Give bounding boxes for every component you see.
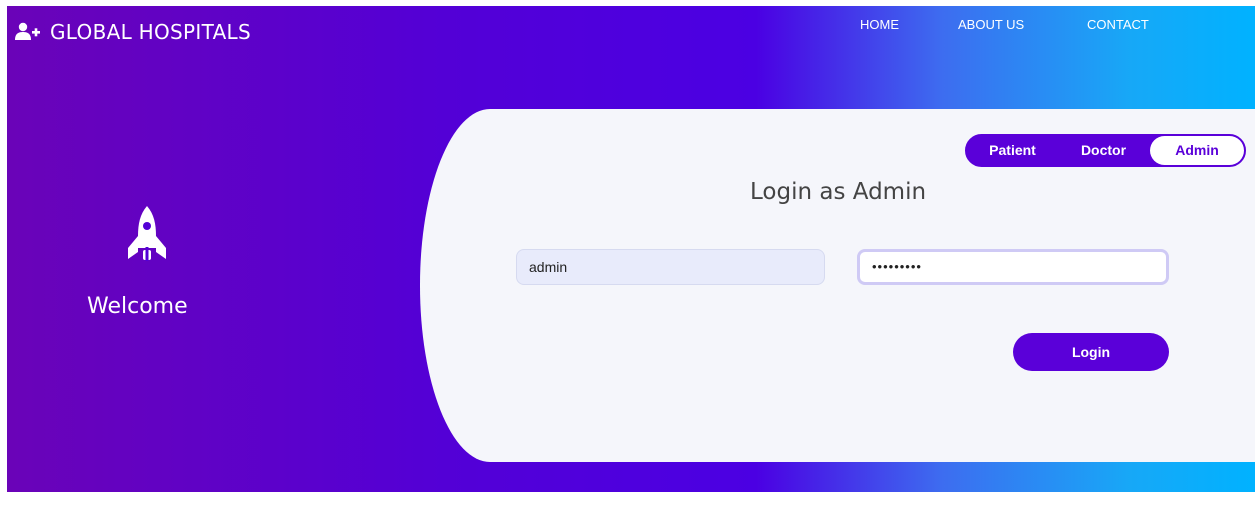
login-button[interactable]: Login (1013, 333, 1169, 371)
role-toggle: Patient Doctor Admin (965, 134, 1246, 167)
welcome-text: Welcome (87, 294, 188, 319)
brand-name: GLOBAL HOSPITALS (50, 20, 251, 44)
password-input[interactable]: ••••••••• (857, 249, 1169, 285)
username-input[interactable]: admin (516, 249, 825, 285)
login-title: Login as Admin (750, 179, 927, 205)
role-patient-tab[interactable]: Patient (967, 136, 1058, 165)
role-doctor-tab[interactable]: Doctor (1058, 136, 1149, 165)
user-plus-icon (15, 22, 40, 40)
nav-home[interactable]: HOME (860, 17, 899, 32)
role-admin-tab[interactable]: Admin (1150, 136, 1244, 165)
nav-contact[interactable]: CONTACT (1087, 17, 1149, 32)
nav-about-us[interactable]: ABOUT US (958, 17, 1024, 32)
brand[interactable]: GLOBAL HOSPITALS (15, 20, 251, 44)
page-background: GLOBAL HOSPITALS HOME ABOUT US CONTACT W… (7, 6, 1255, 492)
rocket-icon (123, 204, 171, 270)
login-card: Patient Doctor Admin Login as Admin admi… (420, 109, 1255, 462)
